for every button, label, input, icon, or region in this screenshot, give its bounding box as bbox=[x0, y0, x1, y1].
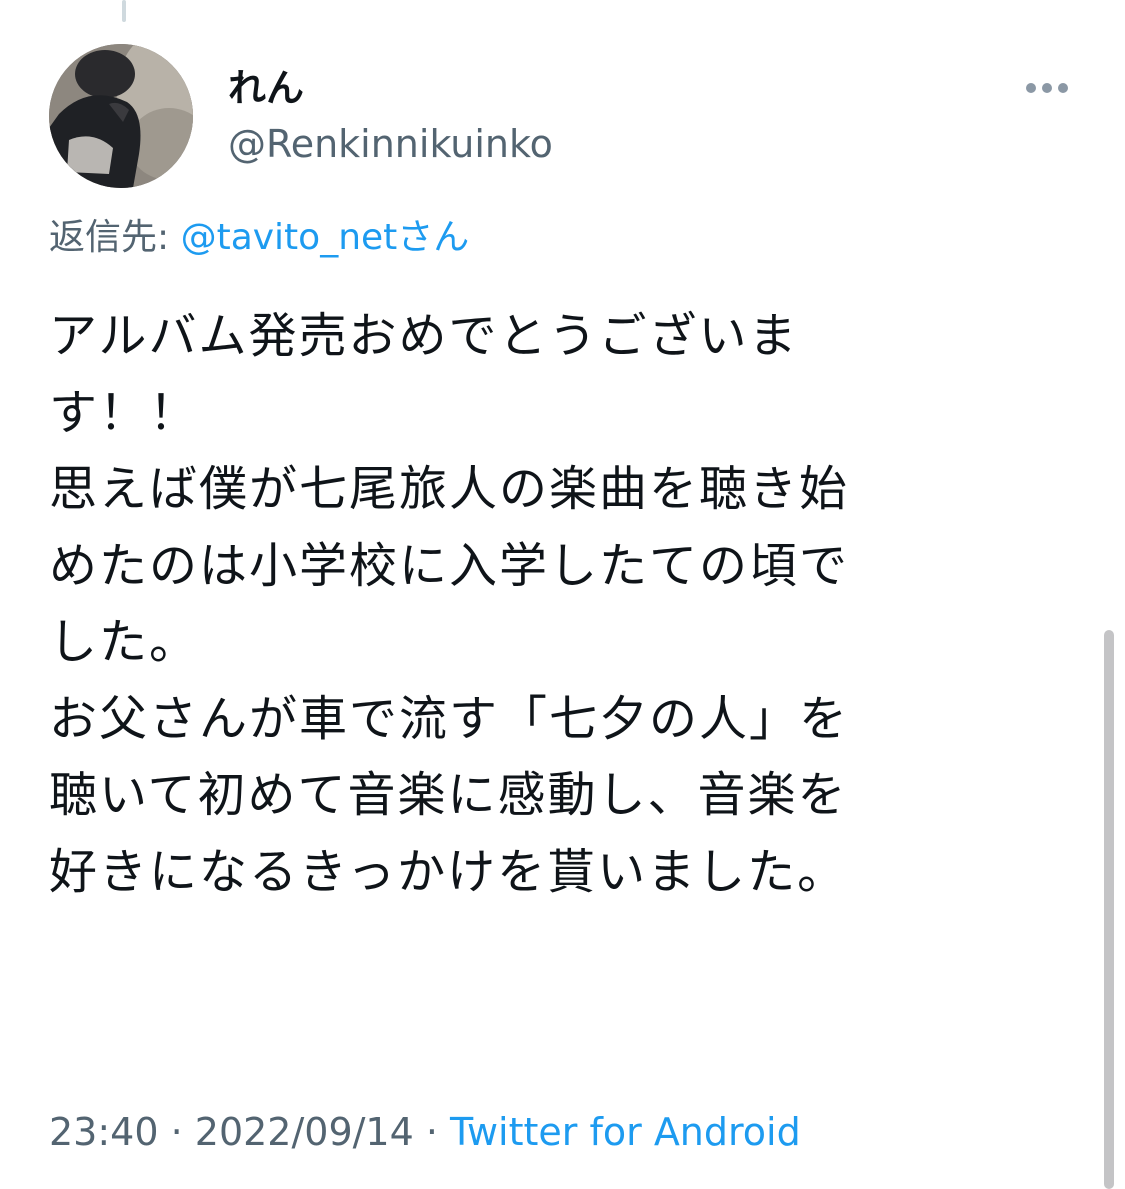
display-name[interactable]: れん bbox=[228, 66, 304, 110]
tweet-body-line: した。 bbox=[49, 614, 200, 670]
tweet-body-line: お父さんが車で流す「七夕の人」を bbox=[49, 690, 850, 747]
tweet-body-line: 聴いて初めて音楽に感動し、音楽を bbox=[49, 767, 848, 823]
tweet-body: アルバム発売おめでとうございま す！！ 思えば僕が七尾旅人の楽曲を聴き始 めたの… bbox=[49, 298, 1059, 910]
more-horizontal-icon bbox=[1026, 83, 1068, 93]
user-handle[interactable]: @Renkinnikuinko bbox=[228, 121, 553, 167]
tweet-body-line: す！！ bbox=[49, 384, 200, 441]
reply-to-line: 返信先: @tavito_netさん bbox=[49, 213, 469, 263]
tweet-source-link[interactable]: Twitter for Android bbox=[450, 1110, 801, 1154]
scrollbar-thumb[interactable] bbox=[1104, 630, 1114, 1189]
reply-to-mention-link[interactable]: @tavito_net bbox=[181, 217, 398, 258]
avatar[interactable] bbox=[49, 44, 193, 188]
more-options-button[interactable] bbox=[1020, 70, 1074, 106]
thread-connector-line bbox=[122, 0, 126, 22]
tweet-body-line: アルバム発売おめでとうございま bbox=[49, 308, 799, 364]
tweet-date[interactable]: 2022/09/14 bbox=[195, 1110, 414, 1154]
tweet-body-line: めたのは小学校に入学したての頃で bbox=[49, 537, 850, 594]
meta-separator: · bbox=[413, 1110, 451, 1154]
tweet-body-line: 思えば僕が七尾旅人の楽曲を聴き始 bbox=[49, 461, 850, 517]
reply-to-suffix: さん bbox=[397, 217, 470, 258]
tweet-meta: 23:40 · 2022/09/14 · Twitter for Android bbox=[49, 1108, 801, 1156]
meta-separator: · bbox=[158, 1110, 195, 1154]
tweet-time[interactable]: 23:40 bbox=[49, 1110, 159, 1154]
tweet-body-line: 好きになるきっかけを貰いました。 bbox=[49, 843, 848, 900]
reply-to-label: 返信先: bbox=[49, 217, 181, 258]
avatar-image bbox=[49, 44, 193, 188]
